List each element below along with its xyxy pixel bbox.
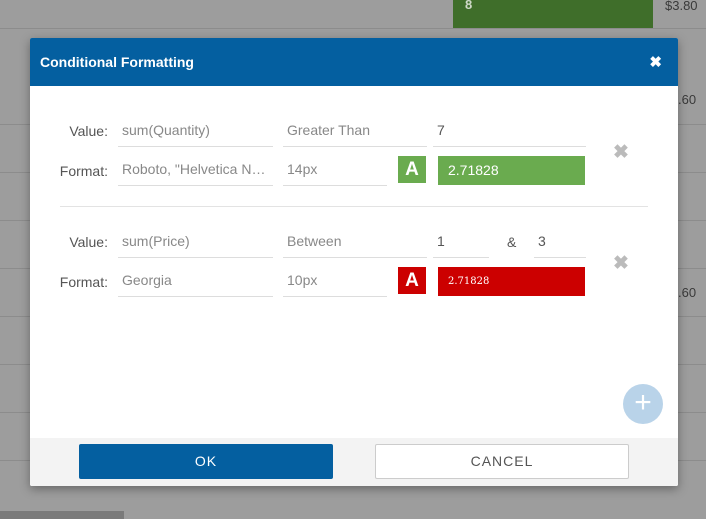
- dialog-header: Conditional Formatting ✖: [30, 38, 678, 86]
- remove-rule-icon[interactable]: ✖: [613, 252, 629, 275]
- background-price: .60: [678, 92, 697, 107]
- rule-divider: [60, 206, 648, 207]
- background-cell-value: 8: [465, 0, 473, 12]
- background-price: .60: [678, 285, 697, 300]
- value-label: Value:: [69, 234, 108, 250]
- expression-field[interactable]: sum(Price): [118, 226, 273, 258]
- text-color-a-icon[interactable]: A: [398, 156, 426, 183]
- between-ampersand: &: [507, 234, 517, 250]
- operator-select[interactable]: Between: [283, 226, 427, 258]
- background-cell-green: 8: [453, 0, 653, 28]
- value-input-from[interactable]: 1: [433, 226, 489, 258]
- size-field[interactable]: 10px: [283, 265, 387, 297]
- size-field[interactable]: 14px: [283, 154, 387, 186]
- dialog-title: Conditional Formatting: [40, 54, 194, 70]
- value-input[interactable]: 7: [433, 115, 586, 147]
- format-label: Format:: [59, 163, 108, 179]
- dialog-footer: OK CANCEL: [30, 438, 678, 486]
- close-icon[interactable]: ✖: [649, 53, 662, 71]
- remove-rule-icon[interactable]: ✖: [613, 141, 629, 164]
- add-rule-icon[interactable]: +: [623, 384, 663, 424]
- format-label: Format:: [59, 274, 108, 290]
- conditional-formatting-dialog: Conditional Formatting ✖ Value: sum(Quan…: [30, 38, 678, 486]
- font-field[interactable]: Georgia: [118, 265, 273, 297]
- font-field[interactable]: Roboto, "Helvetica Neue", Helvetica, Ari…: [118, 154, 273, 186]
- background-row-line: [0, 28, 706, 29]
- expression-field[interactable]: sum(Quantity): [118, 115, 273, 147]
- cancel-button[interactable]: CANCEL: [375, 444, 629, 479]
- value-input-to[interactable]: 3: [534, 226, 586, 258]
- text-color-a-icon[interactable]: A: [398, 267, 426, 294]
- operator-select[interactable]: Greater Than: [283, 115, 427, 147]
- horizontal-scrollbar[interactable]: [0, 511, 124, 519]
- background-price: $3.80: [665, 0, 698, 13]
- value-label: Value:: [69, 123, 108, 139]
- format-preview[interactable]: 2.71828: [438, 267, 585, 296]
- ok-button[interactable]: OK: [79, 444, 333, 479]
- format-preview[interactable]: 2.71828: [438, 156, 585, 185]
